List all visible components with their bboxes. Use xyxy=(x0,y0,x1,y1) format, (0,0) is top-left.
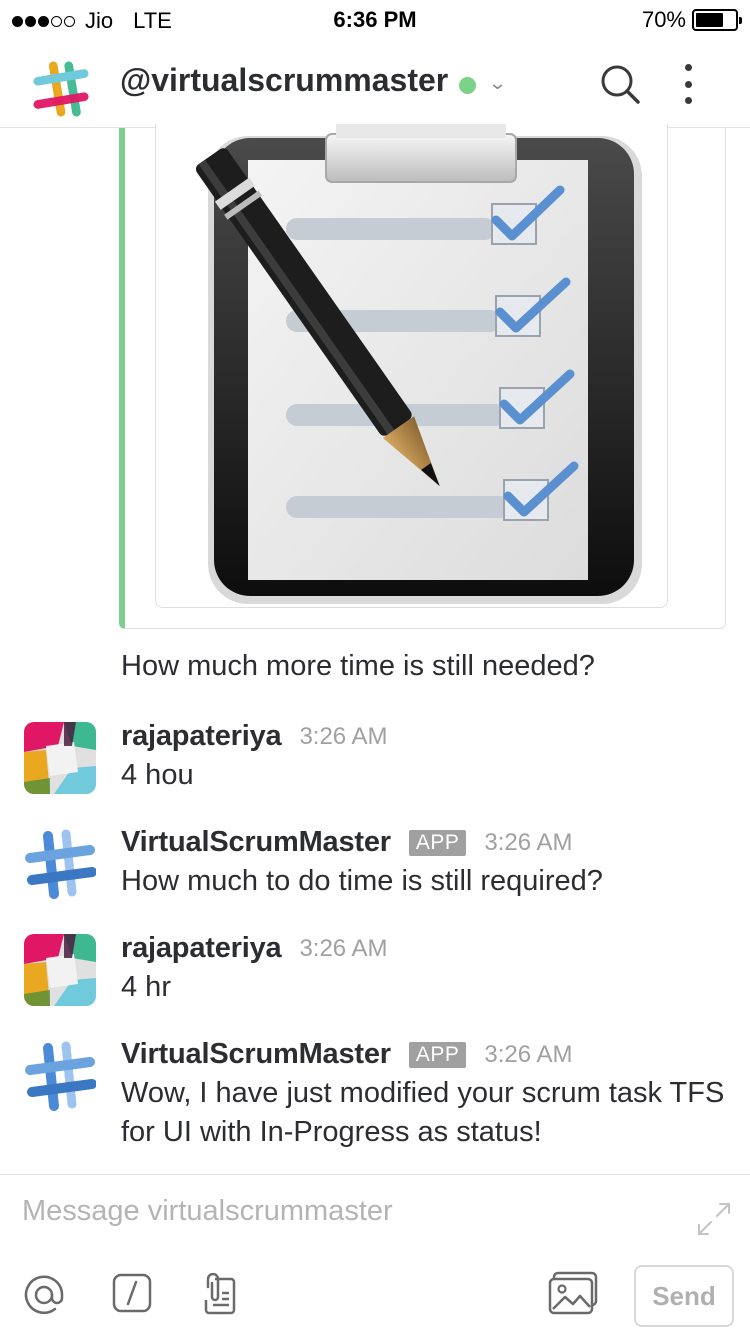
author-name[interactable]: rajapateriya xyxy=(121,720,282,753)
presence-indicator xyxy=(459,77,476,94)
app-badge: APP xyxy=(408,1041,467,1068)
status-right: 70% xyxy=(641,7,742,33)
message-time: 3:26 AM xyxy=(299,934,388,962)
status-time: 6:36 PM xyxy=(333,7,417,32)
message-text: 4 hr xyxy=(121,971,171,1003)
message-time: 3:26 AM xyxy=(299,722,388,750)
message-composer: Send xyxy=(0,1174,750,1334)
message-time: 3:26 AM xyxy=(484,1040,573,1068)
slack-logo-icon[interactable] xyxy=(32,60,90,118)
message-text: Wow, I have just modified your scrum tas… xyxy=(121,1077,725,1148)
attach-file-icon[interactable] xyxy=(198,1273,240,1315)
expand-icon[interactable] xyxy=(696,1201,732,1237)
author-name[interactable]: VirtualScrumMaster xyxy=(121,1038,391,1071)
message-header: VirtualScrumMaster APP 3:26 AM xyxy=(121,826,572,859)
at-icon[interactable] xyxy=(22,1273,66,1317)
message-attachment xyxy=(119,124,726,629)
author-name[interactable]: rajapateriya xyxy=(121,932,282,965)
chevron-down-icon[interactable]: ⌄ xyxy=(488,73,508,94)
user-avatar[interactable] xyxy=(24,722,96,794)
photo-icon[interactable] xyxy=(548,1271,600,1315)
message-input[interactable] xyxy=(22,1195,662,1228)
user-avatar[interactable] xyxy=(24,934,96,1006)
author-name[interactable]: VirtualScrumMaster xyxy=(121,826,391,859)
send-button[interactable]: Send xyxy=(634,1265,734,1327)
bot-avatar[interactable] xyxy=(24,828,96,900)
app-badge: APP xyxy=(408,829,467,856)
message-text: 4 hou xyxy=(121,759,194,791)
channel-title[interactable]: @virtualscrummaster xyxy=(120,62,448,99)
battery-icon xyxy=(692,9,742,31)
message-header: VirtualScrumMaster APP 3:26 AM xyxy=(121,1038,572,1071)
checklist-image[interactable] xyxy=(155,124,668,608)
message-text: How much to do time is still required? xyxy=(121,865,603,897)
search-icon[interactable] xyxy=(598,62,642,106)
slash-command-icon[interactable] xyxy=(112,1273,152,1313)
message-header: rajapateriya 3:26 AM xyxy=(121,720,388,753)
message-header: rajapateriya 3:26 AM xyxy=(121,932,388,965)
attachment-prompt-text: How much more time is still needed? xyxy=(121,650,595,682)
bot-avatar[interactable] xyxy=(24,1040,96,1112)
message-time: 3:26 AM xyxy=(484,828,573,856)
battery-percent: 70% xyxy=(641,7,686,32)
more-options-icon[interactable] xyxy=(676,64,700,104)
status-bar: Jio LTE 6:36 PM 70% xyxy=(0,0,750,40)
channel-header: @virtualscrummaster ⌄ xyxy=(0,40,750,128)
